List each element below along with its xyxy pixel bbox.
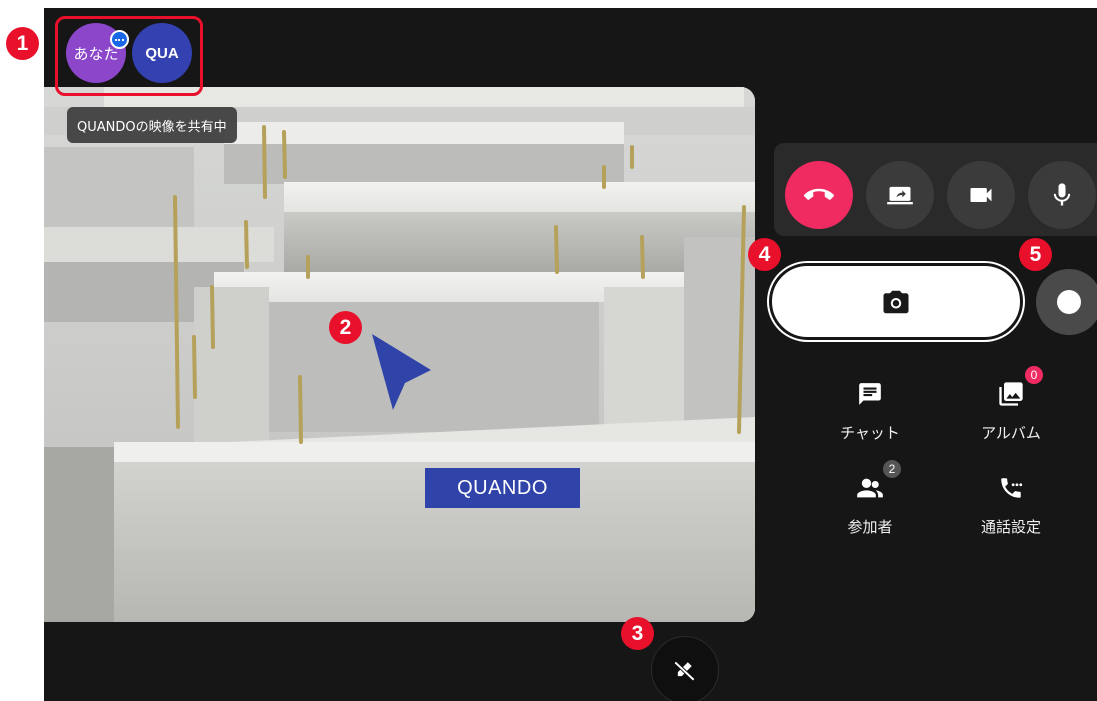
menu-call-settings-label: 通話設定 (980, 518, 1041, 536)
microphone-icon (1053, 183, 1071, 206)
phone-hangup-icon (804, 188, 834, 200)
participants-count-badge: 2 (881, 458, 903, 480)
menu-album-label: アルバム (981, 424, 1041, 442)
menu-chat-label: チャット (840, 424, 900, 442)
video-camera-icon (970, 188, 992, 202)
photo-album-icon (999, 382, 1023, 406)
participants-highlight-box (55, 16, 203, 96)
chat-icon (859, 383, 881, 405)
album-count-badge: 0 (1023, 364, 1045, 386)
annotation-marker-3: 3 (621, 617, 654, 650)
annotation-marker-1: 1 (6, 27, 39, 60)
menu-chat[interactable]: チャット (825, 372, 915, 452)
snapshot-button[interactable] (769, 263, 1023, 340)
video-call-app: QUANDO QUANDOの映像を共有中 あなた QUA チャット 0 アルバム… (44, 8, 1097, 701)
pointer-label: QUANDO (425, 468, 580, 508)
sharing-tooltip: QUANDOの映像を共有中 (67, 107, 237, 143)
menu-participants-label: 参加者 (847, 518, 893, 536)
draw-toggle-button[interactable] (651, 636, 719, 701)
camera-icon (883, 290, 909, 313)
menu-album[interactable]: 0 アルバム (966, 364, 1056, 452)
record-button[interactable] (1036, 269, 1097, 335)
hangup-button[interactable] (785, 161, 853, 229)
camera-toggle-button[interactable] (947, 161, 1015, 229)
people-icon (857, 478, 883, 498)
menu-call-settings[interactable]: 通話設定 (966, 466, 1056, 546)
screen-share-button[interactable] (866, 161, 934, 229)
microphone-toggle-button[interactable] (1028, 161, 1096, 229)
construction-site-image (44, 87, 755, 622)
annotation-marker-4: 4 (748, 238, 781, 271)
record-icon (1057, 290, 1081, 314)
annotation-marker-5: 5 (1019, 238, 1052, 271)
screen-share-icon (887, 186, 913, 205)
menu-participants[interactable]: 2 参加者 (825, 458, 915, 546)
pen-off-icon (673, 661, 695, 682)
shared-video-feed[interactable]: QUANDO (44, 87, 755, 622)
phone-settings-icon (1001, 478, 1023, 498)
annotation-marker-2: 2 (329, 311, 362, 344)
